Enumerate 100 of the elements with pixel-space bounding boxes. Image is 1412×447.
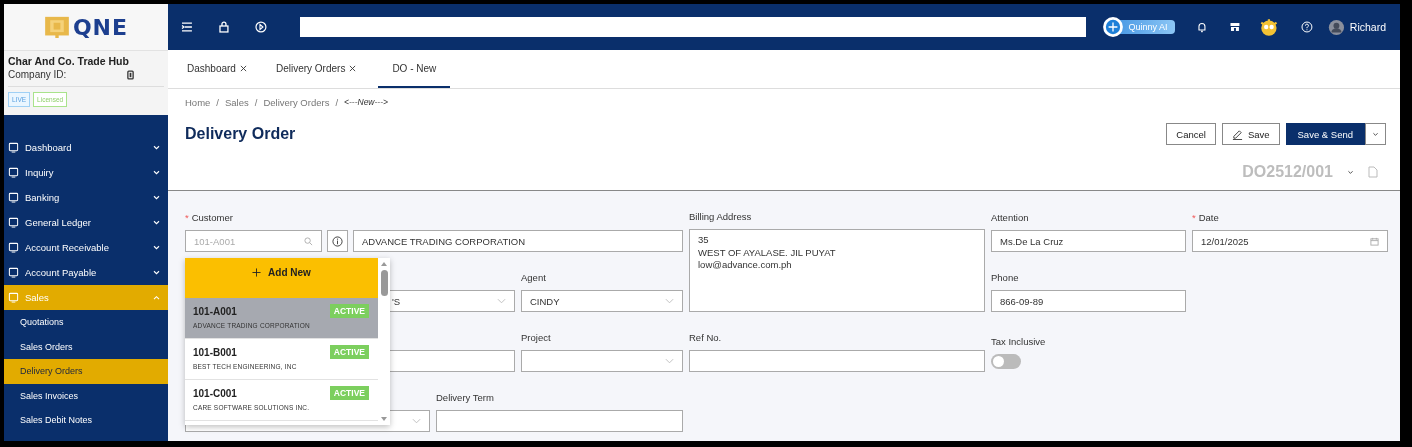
store-icon[interactable] [1229, 21, 1242, 33]
chevron-icon[interactable] [412, 418, 421, 424]
menu-item-icon [8, 142, 19, 153]
chevron-icon[interactable] [665, 358, 674, 364]
sidebar-subitem[interactable]: Sales Orders [4, 334, 168, 359]
play-icon[interactable] [254, 21, 267, 33]
field-label: Agent [521, 272, 546, 284]
tab[interactable]: Delivery Orders [268, 50, 364, 88]
close-icon[interactable] [349, 64, 357, 72]
menu-item-icon [8, 192, 19, 203]
field-label: Tax Inclusive [991, 336, 1046, 348]
input-field[interactable]: 866-09-89 [991, 290, 1186, 312]
sidebar-item[interactable]: Inquiry [4, 160, 168, 185]
sidebar-subitem[interactable]: Sales Invoices [4, 383, 168, 408]
breadcrumb-link[interactable]: Home [185, 97, 211, 108]
pencil-icon [1231, 128, 1243, 140]
close-icon[interactable] [239, 64, 247, 72]
menu-item-icon [8, 167, 19, 178]
customer-name-field[interactable]: ADVANCE TRADING CORPORATION [353, 230, 683, 252]
field-label: Date [1198, 212, 1219, 224]
tab[interactable]: Dashboard [180, 50, 254, 88]
field-label: Project [521, 332, 551, 344]
customer-code: 101-A001 [193, 305, 237, 317]
sidebar-subitem[interactable]: Sales Debit Notes [4, 408, 168, 433]
bell-icon[interactable] [1196, 21, 1209, 33]
menu-item-icon [8, 242, 19, 253]
breadcrumb-link[interactable]: Sales [225, 97, 249, 108]
field-label: Attention [991, 212, 1029, 224]
scrollbar-thumb[interactable] [380, 270, 388, 296]
caret-icon[interactable] [1347, 169, 1354, 175]
customer-code: 101-B001 [193, 346, 237, 358]
customer-code: 101-C001 [193, 387, 237, 399]
tab[interactable]: DO - New [378, 50, 451, 88]
breadcrumb-separator: / [254, 97, 258, 108]
sidebar-item[interactable]: Dashboard [4, 135, 168, 160]
chevron-icon [153, 195, 160, 200]
status-badge: ACTIVE [329, 345, 369, 359]
chevron-icon [153, 270, 160, 275]
avatar[interactable] [1327, 18, 1345, 36]
chevron-icon[interactable] [665, 298, 674, 304]
chevron-icon [153, 245, 160, 250]
breadcrumb-separator: / [216, 97, 219, 108]
document-icon[interactable] [1368, 166, 1378, 178]
required-mark: * [1192, 212, 1196, 224]
chevron-icon [153, 145, 160, 150]
sidebar-item[interactable]: Account Payable [4, 260, 168, 285]
menu-item-icon [8, 267, 19, 278]
search-field[interactable] [299, 17, 1087, 37]
chevron-icon [153, 295, 160, 300]
sidebar-subitem[interactable]: Delivery Orders [4, 359, 168, 384]
select-field[interactable] [521, 350, 683, 372]
toggle-switch[interactable] [991, 354, 1021, 369]
more-button[interactable] [1365, 123, 1386, 145]
field-label: Billing Address [689, 211, 752, 223]
search-icon[interactable] [304, 236, 313, 246]
input-field[interactable]: Ms.De La Cruz [991, 230, 1186, 252]
select-field[interactable]: CINDY [521, 290, 683, 312]
field-label: Phone [991, 272, 1019, 284]
chevron-icon [153, 220, 160, 225]
status-badge: ACTIVE [329, 304, 369, 318]
info-icon [332, 235, 343, 247]
menu-item-icon [8, 217, 19, 228]
sidebar-subitem[interactable]: Quotations [4, 310, 168, 335]
add-new-button[interactable]: Add New [185, 258, 378, 298]
scroll-up-icon[interactable] [380, 261, 388, 267]
lock-icon[interactable] [217, 21, 230, 33]
sidebar-item[interactable]: General Ledger [4, 210, 168, 235]
info-button[interactable] [327, 230, 348, 252]
date-field[interactable]: 12/01/2025 [1192, 230, 1388, 252]
chevron-icon [153, 170, 160, 175]
user-name[interactable]: Richard [1349, 21, 1386, 33]
chevron-icon[interactable] [497, 298, 506, 304]
help-icon[interactable] [1301, 21, 1313, 33]
menu-item-icon [8, 292, 19, 303]
document-number: DO2512/001 [1242, 163, 1333, 181]
cancel-button[interactable]: Cancel [1166, 123, 1216, 145]
breadcrumb-link[interactable]: Delivery Orders [263, 97, 330, 108]
caret-icon [1372, 131, 1379, 137]
address-field[interactable]: 35 WEST OF AYALASE. JIL PUYAT low@advance.com.ph [689, 229, 985, 312]
field-label: Customer [191, 212, 233, 224]
field-label: Delivery Term [436, 392, 494, 404]
sidebar-item[interactable]: Banking [4, 185, 168, 210]
assistant-icon [1102, 16, 1125, 38]
copy-icon[interactable] [127, 69, 134, 80]
page-title: Delivery Order [185, 125, 296, 143]
input-field[interactable] [689, 350, 985, 372]
status-badge: ACTIVE [329, 386, 369, 400]
input-field[interactable] [436, 410, 683, 432]
logo: QNE [43, 14, 129, 40]
scroll-down-icon[interactable] [380, 416, 388, 422]
save-send-button[interactable]: Save & Send [1285, 123, 1365, 145]
menu-icon[interactable] [181, 21, 193, 33]
company-id-label: Company ID: [8, 69, 67, 80]
required-mark: * [185, 212, 189, 224]
plus-icon [252, 267, 262, 277]
sidebar-item[interactable]: Account Receivable [4, 235, 168, 260]
company-name: Char And Co. Trade Hub [8, 55, 130, 67]
save-button[interactable]: Save [1221, 123, 1280, 145]
calendar-icon[interactable] [1370, 236, 1379, 246]
field-label: Ref No. [689, 332, 722, 344]
